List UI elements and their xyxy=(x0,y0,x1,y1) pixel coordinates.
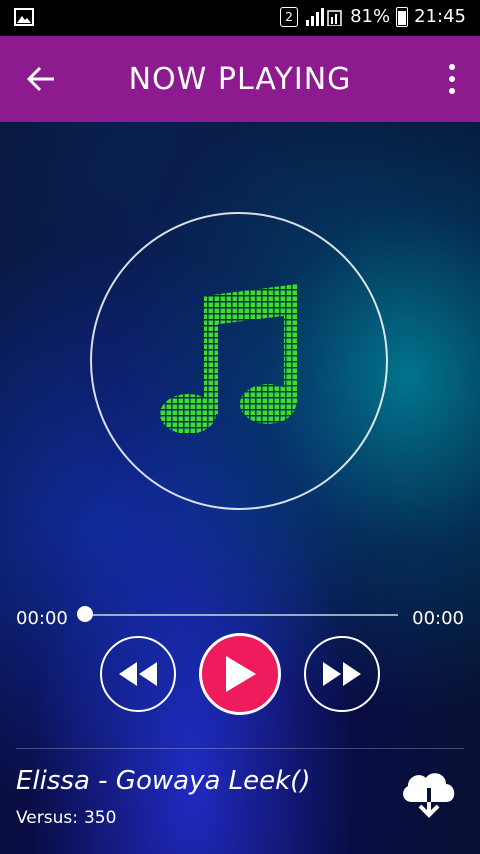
battery-icon xyxy=(396,6,409,27)
seek-track[interactable] xyxy=(84,614,398,616)
current-time: 00:00 xyxy=(16,608,68,629)
cloud-download-icon[interactable] xyxy=(398,768,458,820)
more-vert-icon[interactable] xyxy=(448,64,456,94)
status-bar: 2 81% 21:45 xyxy=(0,0,480,36)
play-icon xyxy=(226,656,256,692)
music-note-icon xyxy=(160,284,298,434)
page-title: NOW PLAYING xyxy=(128,62,352,97)
rewind-button[interactable] xyxy=(100,636,176,712)
fast-forward-button[interactable] xyxy=(304,636,380,712)
versus-info: Versus: 350 xyxy=(16,808,116,828)
song-title: Elissa - Gowaya Leek() xyxy=(16,766,311,796)
fast-forward-icon xyxy=(323,662,361,686)
divider xyxy=(16,748,464,749)
app-bar: NOW PLAYING xyxy=(0,36,480,122)
clock: 21:45 xyxy=(414,6,466,27)
status-icons: 2 81% 21:45 xyxy=(280,6,466,27)
versus-value: 350 xyxy=(83,808,117,828)
image-icon xyxy=(14,8,34,26)
play-button[interactable] xyxy=(199,633,281,715)
now-playing-screen: 2 81% 21:45 NOW PLAYING 00:00 00:00 Elis… xyxy=(0,0,480,854)
total-time: 00:00 xyxy=(412,608,464,629)
battery-percent: 81% xyxy=(350,6,391,27)
rewind-icon xyxy=(119,662,157,686)
sim-icon: 2 xyxy=(280,6,299,27)
seek-thumb[interactable] xyxy=(77,606,93,622)
versus-label: Versus: xyxy=(16,808,78,828)
signal-icon xyxy=(306,7,342,26)
seek-bar[interactable] xyxy=(77,606,398,622)
